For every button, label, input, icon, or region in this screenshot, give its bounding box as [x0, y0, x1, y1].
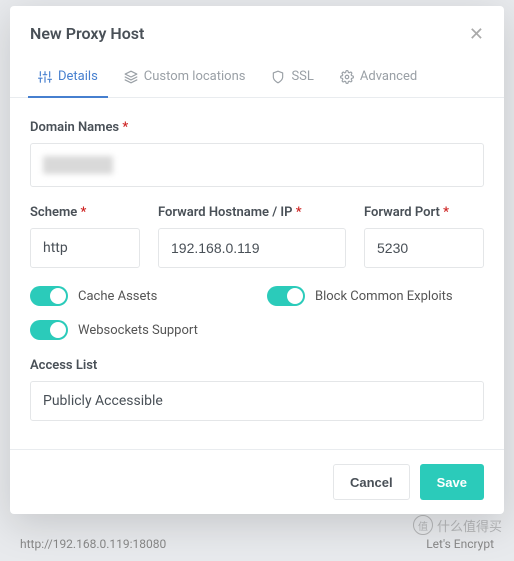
host-label: Forward Hostname / IP *	[158, 205, 346, 220]
required-marker: *	[81, 205, 87, 220]
modal-footer: Cancel Save	[10, 449, 504, 514]
sliders-icon	[38, 70, 52, 84]
bg-cert: Let's Encrypt	[426, 537, 494, 551]
tab-ssl[interactable]: SSL	[261, 59, 323, 98]
tab-label: Details	[58, 69, 98, 84]
new-proxy-host-modal: New Proxy Host ✕ Details Custom location…	[10, 6, 504, 514]
tab-custom-locations[interactable]: Custom locations	[114, 59, 256, 98]
websockets-toggle[interactable]	[30, 320, 68, 340]
tab-bar: Details Custom locations SSL Advanced	[10, 59, 504, 98]
watermark: 值 什么值得买	[413, 515, 502, 535]
port-group: Forward Port *	[364, 205, 484, 268]
domain-names-input[interactable]	[30, 143, 484, 187]
layers-icon	[124, 70, 138, 84]
toggles-row-2: Websockets Support	[30, 320, 484, 340]
forward-row: Scheme * http Forward Hostname / IP * Fo…	[30, 205, 484, 268]
block-exploits-toggle[interactable]	[267, 286, 305, 306]
modal-header: New Proxy Host ✕	[10, 6, 504, 59]
background-row: http://192.168.0.119:18080 Let's Encrypt	[20, 537, 494, 551]
forward-host-input[interactable]	[158, 228, 346, 268]
watermark-icon: 值	[413, 515, 433, 535]
scheme-select[interactable]: http	[30, 228, 140, 268]
required-marker: *	[296, 205, 302, 220]
host-group: Forward Hostname / IP *	[158, 205, 346, 268]
toggles-row-1: Cache Assets Block Common Exploits	[30, 286, 484, 306]
access-list-value: Publicly Accessible	[43, 393, 163, 409]
cancel-button[interactable]: Cancel	[333, 464, 410, 500]
cache-assets-label: Cache Assets	[78, 289, 157, 304]
modal-title: New Proxy Host	[30, 24, 144, 43]
watermark-text: 什么值得买	[437, 516, 502, 535]
port-label: Forward Port *	[364, 205, 484, 220]
close-button[interactable]: ✕	[469, 25, 484, 43]
modal-body: Domain Names * Scheme * http Forward Hos…	[10, 98, 504, 449]
tab-label: Custom locations	[144, 69, 246, 84]
cache-assets-group: Cache Assets	[30, 286, 247, 306]
scheme-label: Scheme *	[30, 205, 140, 220]
gear-icon	[340, 70, 354, 84]
block-exploits-label: Block Common Exploits	[315, 289, 453, 304]
scheme-value: http	[43, 240, 68, 256]
access-list-select[interactable]: Publicly Accessible	[30, 381, 484, 421]
shield-icon	[271, 70, 285, 84]
domain-names-label: Domain Names *	[30, 120, 484, 135]
tab-label: Advanced	[360, 69, 417, 84]
redacted-domain-chip	[43, 156, 113, 174]
domain-names-group: Domain Names *	[30, 120, 484, 187]
access-list-group: Access List Publicly Accessible	[30, 358, 484, 421]
tab-advanced[interactable]: Advanced	[330, 59, 427, 98]
scheme-group: Scheme * http	[30, 205, 140, 268]
cache-assets-toggle[interactable]	[30, 286, 68, 306]
bg-url: http://192.168.0.119:18080	[20, 537, 166, 551]
websockets-label: Websockets Support	[78, 323, 198, 338]
required-marker: *	[443, 205, 449, 220]
websockets-group: Websockets Support	[30, 320, 484, 340]
close-icon: ✕	[469, 24, 484, 44]
block-exploits-group: Block Common Exploits	[267, 286, 484, 306]
tab-label: SSL	[291, 69, 313, 84]
access-list-label: Access List	[30, 358, 484, 373]
tab-details[interactable]: Details	[28, 59, 108, 98]
required-marker: *	[122, 120, 128, 135]
save-button[interactable]: Save	[420, 464, 484, 500]
forward-port-input[interactable]	[364, 228, 484, 268]
